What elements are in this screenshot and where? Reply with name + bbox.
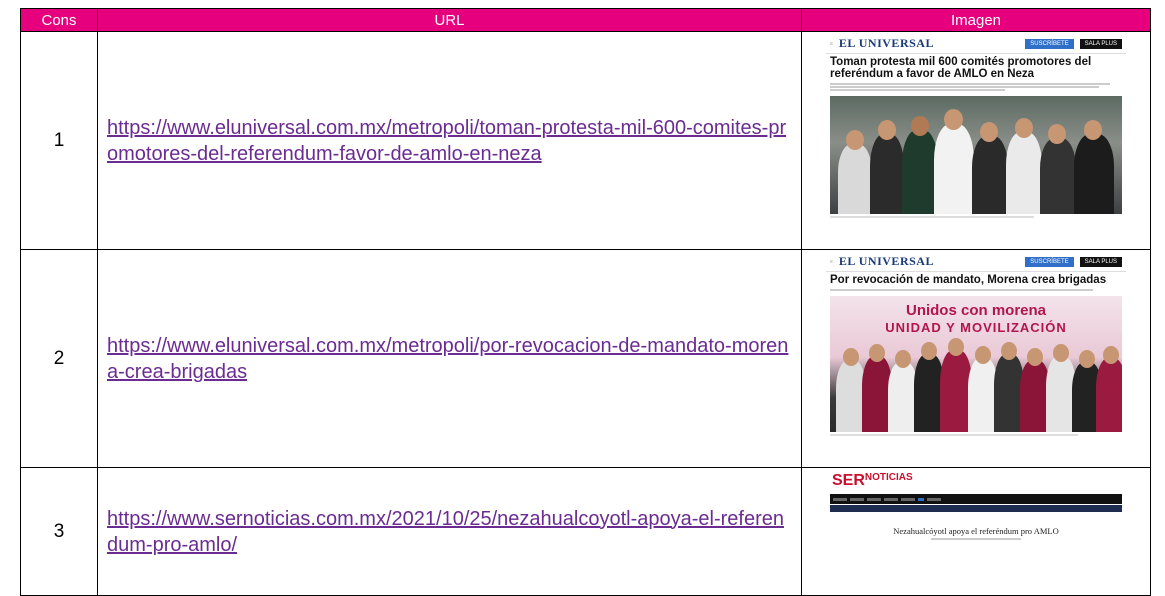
plus-button: SALA PLUS <box>1079 256 1122 267</box>
logo-main: SER <box>832 472 865 489</box>
url-cell: https://www.eluniversal.com.mx/metropoli… <box>97 249 802 468</box>
data-table: Cons URL Imagen 1 https://www.eluniversa… <box>20 8 1151 596</box>
photo-caption <box>826 432 1126 438</box>
article-screenshot: ≡ EL UNIVERSAL SUSCRÍBETE SALA PLUS Por … <box>826 252 1126 465</box>
subscribe-button: SUSCRÍBETE <box>1025 256 1074 267</box>
table-row: 1 https://www.eluniversal.com.mx/metropo… <box>20 31 1151 250</box>
header-imagen: Imagen <box>801 8 1151 32</box>
article-headline: Por revocación de mandato, Morena crea b… <box>830 273 1107 286</box>
article-photo: Unidos con morena UNIDAD Y MOVILIZACIÓN <box>830 295 1122 432</box>
site-nav-bar <box>830 494 1122 504</box>
article-meta <box>826 538 1126 540</box>
image-cell: ≡ EL UNIVERSAL SUSCRÍBETE SALA PLUS Por … <box>801 249 1151 468</box>
plus-button: SALA PLUS <box>1079 38 1122 49</box>
site-header: ≡ EL UNIVERSAL SUSCRÍBETE SALA PLUS <box>826 253 1126 272</box>
image-cell: SERNOTICIAS Nezahualcóyotl apoya el refe… <box>801 467 1151 596</box>
url-link[interactable]: https://www.eluniversal.com.mx/metropoli… <box>107 335 788 383</box>
article-screenshot: ≡ EL UNIVERSAL SUSCRÍBETE SALA PLUS Toma… <box>826 34 1126 247</box>
site-header: ≡ EL UNIVERSAL SUSCRÍBETE SALA PLUS <box>826 35 1126 54</box>
menu-icon: ≡ <box>830 40 833 47</box>
url-link[interactable]: https://www.sernoticias.com.mx/2021/10/2… <box>107 508 784 556</box>
article-dek <box>826 287 1126 293</box>
article-headline: Nezahualcóyotl apoya el referéndum pro A… <box>893 526 1059 536</box>
article-headline: Toman protesta mil 600 comités promotore… <box>830 55 1092 80</box>
table-row: 2 https://www.eluniversal.com.mx/metropo… <box>20 249 1151 468</box>
photo-caption <box>826 214 1126 220</box>
banner-text-2: UNIDAD Y MOVILIZACIÓN <box>885 319 1067 335</box>
table-row: 3 https://www.sernoticias.com.mx/2021/10… <box>20 467 1151 596</box>
site-logo: SERNOTICIAS <box>826 468 1126 490</box>
url-cell: https://www.eluniversal.com.mx/metropoli… <box>97 31 802 250</box>
site-logo: EL UNIVERSAL <box>838 254 934 268</box>
logo-sup: NOTICIAS <box>864 472 913 483</box>
table-header-row: Cons URL Imagen <box>20 8 1151 32</box>
cons-cell: 3 <box>20 467 98 596</box>
banner-text-1: Unidos con morena <box>905 301 1047 319</box>
menu-icon: ≡ <box>830 258 833 265</box>
breaking-bar <box>830 505 1122 512</box>
cons-cell: 2 <box>20 249 98 468</box>
url-cell: https://www.sernoticias.com.mx/2021/10/2… <box>97 467 802 596</box>
header-cons: Cons <box>20 8 98 32</box>
url-link[interactable]: https://www.eluniversal.com.mx/metropoli… <box>107 117 786 165</box>
cons-cell: 1 <box>20 31 98 250</box>
image-cell: ≡ EL UNIVERSAL SUSCRÍBETE SALA PLUS Toma… <box>801 31 1151 250</box>
article-dek <box>826 81 1126 93</box>
site-logo: EL UNIVERSAL <box>838 36 934 50</box>
subscribe-button: SUSCRÍBETE <box>1025 38 1074 49</box>
article-photo <box>830 95 1122 214</box>
header-url: URL <box>97 8 802 32</box>
article-screenshot: SERNOTICIAS Nezahualcóyotl apoya el refe… <box>826 468 1126 594</box>
